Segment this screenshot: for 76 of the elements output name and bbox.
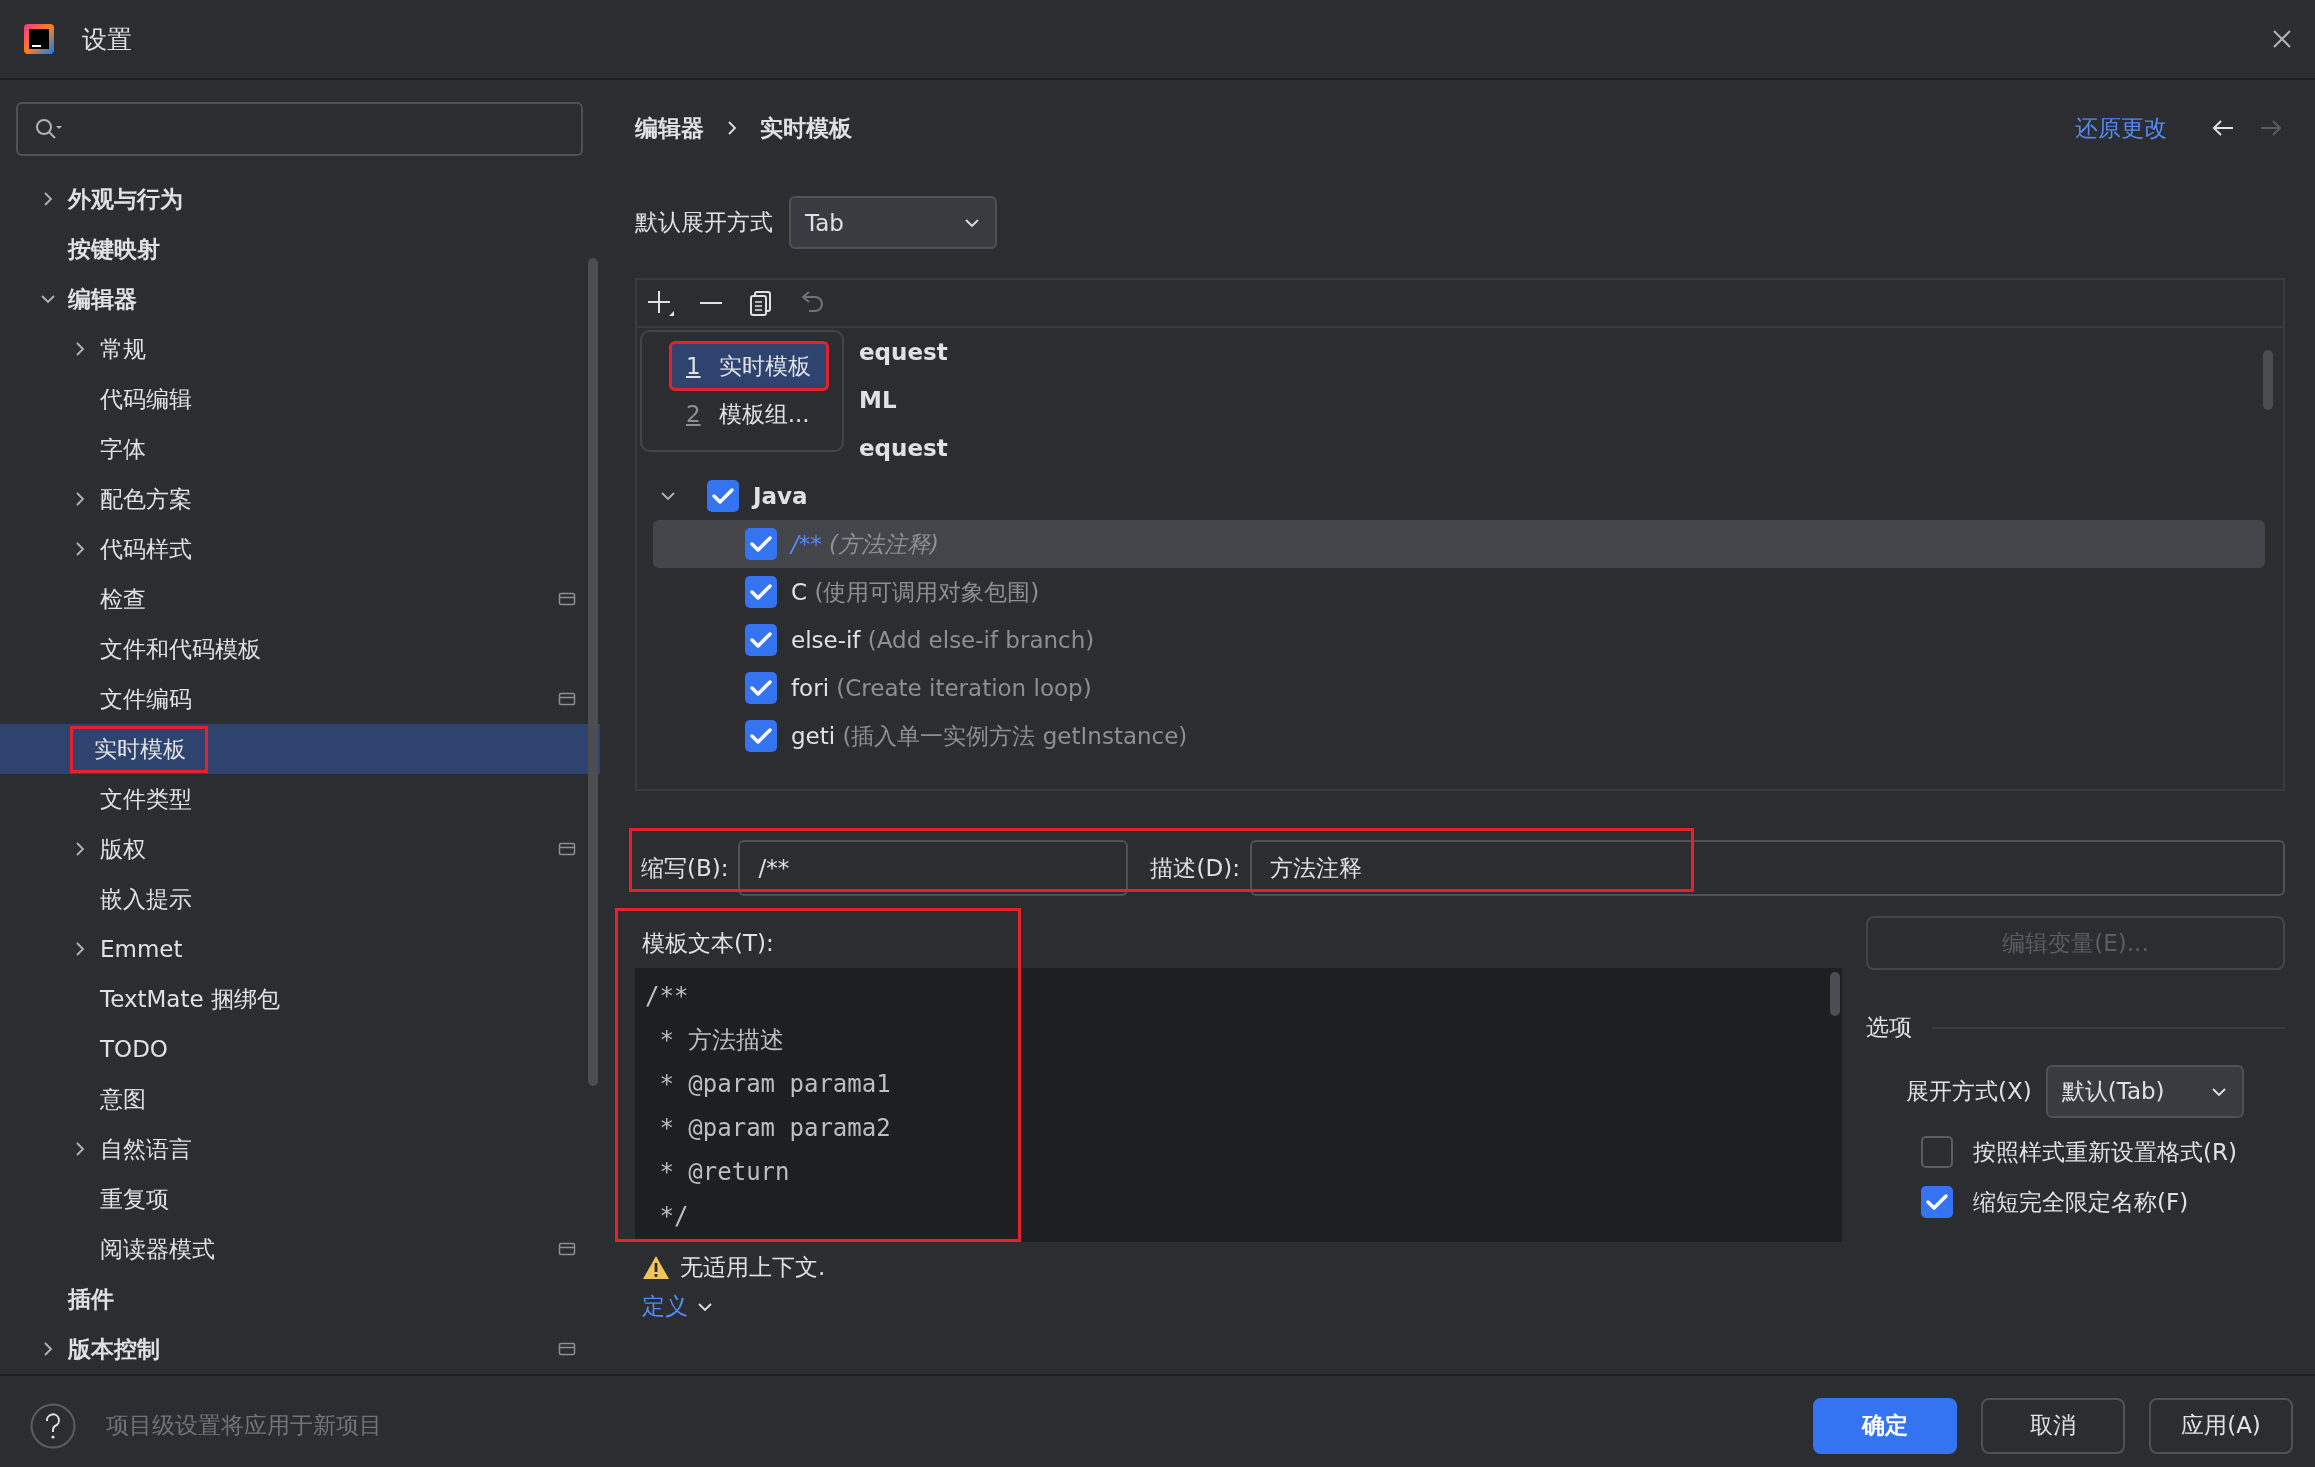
- search-icon: [34, 117, 62, 141]
- scrollbar[interactable]: [588, 258, 598, 1086]
- checkbox[interactable]: [745, 528, 777, 560]
- template-group[interactable]: equest: [859, 339, 948, 365]
- scrollbar[interactable]: [1830, 972, 1840, 1016]
- template-item[interactable]: geti (插入单一实例方法 getInstance): [791, 720, 1188, 752]
- define-link[interactable]: 定义: [642, 1291, 714, 1322]
- scrollbar[interactable]: [2263, 350, 2273, 410]
- checkbox[interactable]: [745, 576, 777, 608]
- dropdown[interactable]: 默认(Tab): [2045, 1065, 2244, 1118]
- sidebar-item[interactable]: TextMate 捆绑包: [94, 979, 286, 1019]
- checkbox[interactable]: [1921, 1136, 1953, 1168]
- field-label: 展开方式(X): [1906, 1077, 2032, 1106]
- sidebar-item[interactable]: Emmet: [94, 932, 189, 966]
- chevron-right-icon: [726, 120, 738, 136]
- window-title: 设置: [82, 23, 133, 56]
- template-item[interactable]: fori (Create iteration loop): [791, 675, 1092, 701]
- sidebar-item[interactable]: 版本控制: [62, 1329, 166, 1369]
- sidebar-item[interactable]: 代码编辑: [94, 379, 198, 419]
- sidebar-item[interactable]: 文件编码: [94, 679, 198, 719]
- field-label: 描述(D):: [1150, 853, 1240, 883]
- field-label: 模板文本(T):: [641, 928, 775, 958]
- sidebar-item[interactable]: 配色方案: [94, 479, 198, 519]
- app-logo-icon: [24, 24, 54, 54]
- breadcrumb-item: 实时模板: [760, 113, 852, 143]
- menu-item[interactable]: 2 模板组...: [656, 390, 828, 438]
- template-group[interactable]: equest: [859, 435, 948, 461]
- dropdown[interactable]: Tab: [789, 196, 997, 249]
- checkbox[interactable]: [745, 720, 777, 752]
- sidebar-item[interactable]: 编辑器: [62, 279, 143, 319]
- template-group[interactable]: ML: [859, 387, 897, 413]
- template-item[interactable]: else-if (Add else-if branch): [791, 627, 1095, 653]
- sidebar-item[interactable]: 版权: [94, 829, 152, 869]
- sidebar-item[interactable]: 代码样式: [94, 529, 198, 569]
- sidebar-item[interactable]: 按键映射: [62, 229, 166, 269]
- sidebar-item[interactable]: TODO: [94, 1032, 174, 1066]
- warning-icon: [642, 1254, 670, 1281]
- breadcrumb-item[interactable]: 编辑器: [635, 112, 704, 144]
- menu-item[interactable]: 1 实时模板: [670, 342, 828, 390]
- checkbox-label: 按照样式重新设置格式(R): [1973, 1137, 2237, 1167]
- field-label: 缩写(B):: [641, 853, 729, 883]
- abbreviation-field[interactable]: /**: [738, 840, 1129, 896]
- sidebar-item[interactable]: 意图: [94, 1079, 152, 1119]
- section-title: 选项: [1866, 1013, 1912, 1042]
- sidebar-item[interactable]: 实时模板: [72, 727, 206, 771]
- ok-button[interactable]: 确定: [1813, 1397, 1957, 1454]
- checkbox[interactable]: [745, 672, 777, 704]
- warning-text: 无适用上下文.: [680, 1253, 826, 1282]
- checkbox[interactable]: [745, 624, 777, 656]
- dialog-button[interactable]: 应用(A): [2149, 1397, 2293, 1454]
- sidebar-item[interactable]: 文件和代码模板: [94, 629, 267, 669]
- sidebar-item[interactable]: 字体: [94, 429, 152, 469]
- checkbox[interactable]: [707, 480, 739, 512]
- code-editor[interactable]: /** * 方法描述 * @param parama1 * @param parama2 * @return */: [635, 968, 1842, 1242]
- description-field[interactable]: 方法注释: [1249, 840, 2285, 896]
- template-item[interactable]: C (使用可调用对象包围): [791, 576, 1040, 608]
- add-icon[interactable]: [647, 289, 675, 317]
- help-icon[interactable]: [30, 1402, 76, 1449]
- checkbox[interactable]: [1921, 1186, 1953, 1218]
- sidebar-item[interactable]: 文件类型: [94, 779, 198, 819]
- search-field[interactable]: [16, 102, 583, 156]
- sidebar-item[interactable]: 阅读器模式: [94, 1229, 221, 1269]
- revert-link[interactable]: 还原更改: [2075, 112, 2167, 144]
- hint-text: 项目级设置将应用于新项目: [106, 1411, 383, 1440]
- sidebar-item[interactable]: 外观与行为: [62, 179, 189, 219]
- sidebar-item[interactable]: 嵌入提示: [94, 879, 198, 919]
- sidebar-item[interactable]: 常规: [94, 329, 152, 369]
- close-icon[interactable]: [2271, 28, 2293, 50]
- sidebar-item[interactable]: 检查: [94, 579, 152, 619]
- sidebar-item[interactable]: 重复项: [94, 1179, 175, 1219]
- sidebar-item[interactable]: 插件: [62, 1279, 120, 1319]
- template-group[interactable]: Java: [753, 483, 808, 509]
- sidebar-item[interactable]: 自然语言: [94, 1129, 198, 1169]
- checkbox-label: 缩短完全限定名称(F): [1973, 1187, 2189, 1217]
- field-label: 默认展开方式: [635, 208, 773, 237]
- dialog-button[interactable]: 取消: [1981, 1397, 2125, 1454]
